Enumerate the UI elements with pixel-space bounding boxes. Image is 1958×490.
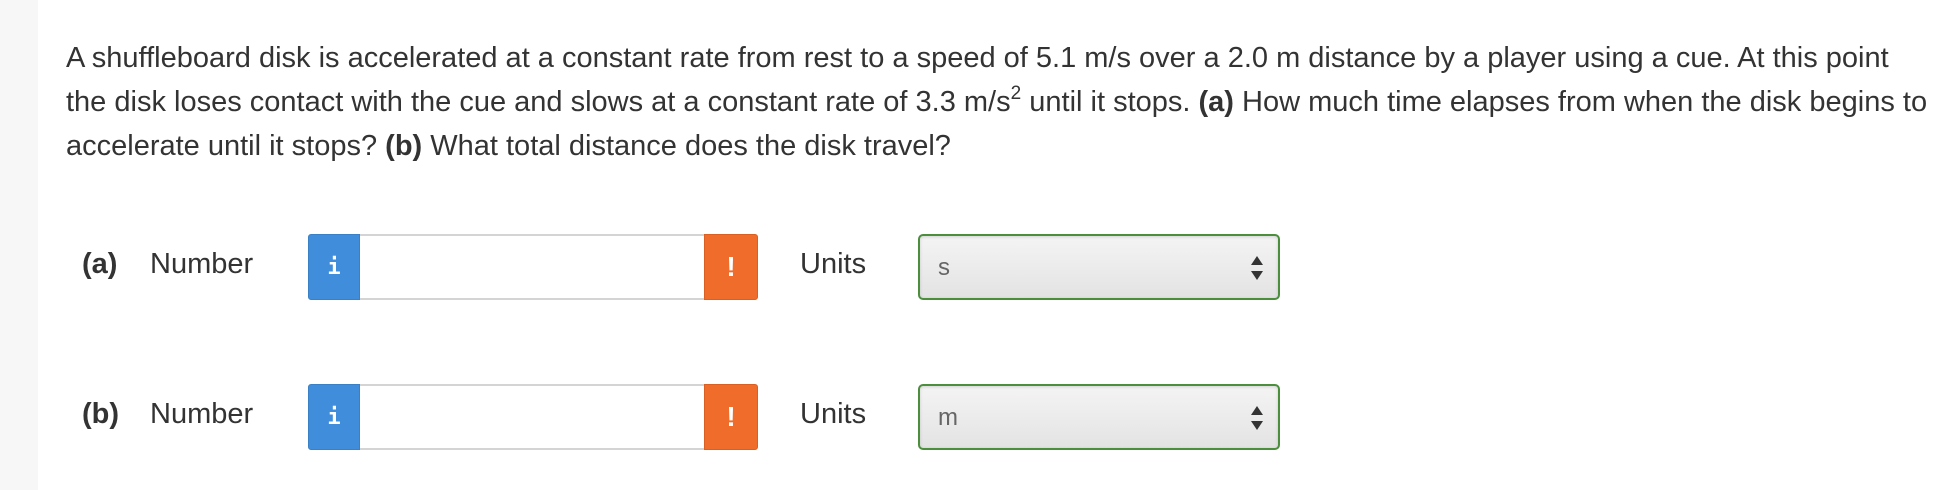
- answer-row-a: (a) Number i ! Units s: [0, 234, 1958, 300]
- units-select-a[interactable]: s: [918, 234, 1280, 300]
- exclamation-icon[interactable]: !: [704, 234, 758, 300]
- units-label-b: Units: [800, 398, 867, 430]
- units-select-value-b: m: [938, 404, 958, 431]
- units-label-a: Units: [800, 248, 867, 280]
- question-text: A shuffleboard disk is accelerated at a …: [66, 36, 1936, 168]
- answer-row-b: (b) Number i ! Units m: [0, 384, 1958, 450]
- info-icon[interactable]: i: [308, 384, 360, 450]
- exclamation-icon[interactable]: !: [704, 384, 758, 450]
- number-input-a[interactable]: [360, 234, 704, 300]
- number-label-a: Number: [150, 248, 254, 280]
- question-part-b-marker: (b): [385, 130, 423, 162]
- units-select-b[interactable]: m: [918, 384, 1280, 450]
- number-label-b: Number: [150, 398, 254, 430]
- question-text-part-4: What total distance does the disk travel…: [422, 130, 951, 162]
- question-text-part-2: until it stops.: [1021, 86, 1199, 118]
- question-part-a-marker: (a): [1198, 86, 1234, 118]
- question-superscript: 2: [1010, 83, 1022, 104]
- part-label-b: (b): [82, 398, 120, 430]
- info-icon[interactable]: i: [308, 234, 360, 300]
- units-select-value-a: s: [938, 254, 950, 281]
- part-label-a: (a): [82, 248, 118, 280]
- number-input-b[interactable]: [360, 384, 704, 450]
- up-down-arrows-icon: [1250, 404, 1264, 432]
- up-down-arrows-icon: [1250, 254, 1264, 282]
